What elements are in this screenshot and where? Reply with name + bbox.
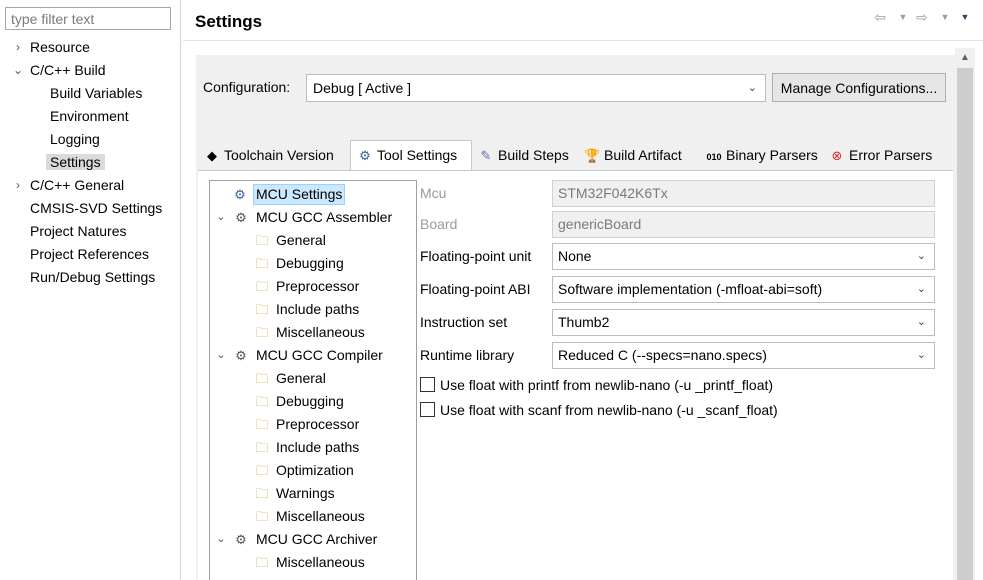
- board-field: genericBoard: [552, 211, 935, 238]
- folder-options-icon: 🗀: [255, 233, 269, 248]
- nav-item-build-variables[interactable]: Build Variables: [50, 83, 142, 104]
- header-divider: [183, 40, 983, 41]
- folder-options-icon: 🗀: [255, 555, 269, 570]
- nav-item-project-natures[interactable]: Project Natures: [30, 221, 126, 242]
- tab-toolchain-version[interactable]: ◆ Toolchain Version: [198, 141, 350, 170]
- build-steps-icon: ✎: [480, 148, 492, 163]
- folder-options-icon: 🗀: [255, 256, 269, 271]
- folder-options-icon: 🗀: [255, 394, 269, 409]
- instruction-set-label: Instruction set: [420, 314, 508, 330]
- filter-input[interactable]: [5, 7, 171, 30]
- mcu-settings-icon: ⚙: [234, 187, 246, 202]
- chevron-down-icon: ⌄: [916, 250, 926, 262]
- folder-options-icon: 🗀: [255, 509, 269, 524]
- tab-build-artifact[interactable]: 🏆 Build Artifact: [578, 141, 700, 170]
- chevron-down-icon: ⌄: [916, 283, 926, 295]
- configuration-select[interactable]: Debug [ Active ] ⌄: [306, 74, 766, 102]
- view-menu-icon[interactable]: ▼: [957, 9, 973, 25]
- build-artifact-icon: 🏆: [584, 148, 601, 163]
- chevron-down-icon[interactable]: ⌄: [215, 529, 227, 550]
- scroll-up-icon[interactable]: ▲: [955, 52, 975, 63]
- nav-item-cpp-build[interactable]: ⌄ C/C++ Build: [12, 60, 177, 81]
- fpabi-select[interactable]: Software implementation (-mfloat-abi=sof…: [552, 276, 935, 303]
- configuration-label: Configuration:: [203, 79, 291, 95]
- tool-settings-tree: ⚙ MCU Settings ⌄ ⚙ MCU GCC Assembler 🗀 G…: [209, 180, 417, 580]
- chevron-down-icon: ⌄: [916, 316, 926, 328]
- forward-arrow-icon[interactable]: ⇨: [914, 9, 930, 25]
- folder-options-icon: 🗀: [255, 325, 269, 340]
- chevron-right-icon[interactable]: ›: [12, 37, 24, 58]
- scanf-float-checkbox[interactable]: [420, 402, 435, 417]
- nav-item-cpp-general[interactable]: › C/C++ General: [12, 175, 177, 196]
- back-arrow-icon[interactable]: ⇦: [872, 9, 888, 25]
- folder-options-icon: 🗀: [255, 486, 269, 501]
- fpabi-label: Floating-point ABI: [420, 281, 531, 297]
- runtime-library-label: Runtime library: [420, 347, 515, 363]
- chevron-down-icon[interactable]: ⌄: [215, 345, 227, 366]
- chevron-right-icon[interactable]: ›: [12, 175, 24, 196]
- board-label: Board: [420, 216, 458, 232]
- back-menu-chevron-icon[interactable]: ▼: [895, 9, 911, 25]
- manage-configurations-button[interactable]: Manage Configurations...: [772, 73, 946, 102]
- tree-item-compiler[interactable]: ⌄ ⚙ MCU GCC Compiler: [215, 345, 415, 366]
- instruction-set-select[interactable]: Thumb2 ⌄: [552, 309, 935, 336]
- tab-binary-parsers[interactable]: 010 Binary Parsers: [700, 141, 823, 170]
- error-parsers-icon: ⊗: [831, 148, 843, 163]
- nav-item-project-references[interactable]: Project References: [30, 244, 149, 265]
- vertical-scrollbar[interactable]: ▲: [955, 48, 975, 580]
- tool-gear-icon: ⚙: [235, 210, 247, 225]
- folder-options-icon: 🗀: [255, 302, 269, 317]
- tab-build-steps[interactable]: ✎ Build Steps: [472, 141, 578, 170]
- tool-gear-icon: ⚙: [235, 532, 247, 547]
- nav-item-run-debug-settings[interactable]: Run/Debug Settings: [30, 267, 155, 288]
- folder-options-icon: 🗀: [255, 417, 269, 432]
- chevron-down-icon[interactable]: ⌄: [12, 60, 24, 81]
- nav-item-cmsis-svd-settings[interactable]: CMSIS-SVD Settings: [30, 198, 162, 219]
- nav-item-settings[interactable]: Settings: [46, 152, 105, 173]
- tool-gear-icon: ⚙: [235, 348, 247, 363]
- printf-float-checkbox[interactable]: [420, 377, 435, 392]
- fpu-label: Floating-point unit: [420, 248, 532, 264]
- forward-menu-chevron-icon[interactable]: ▼: [937, 9, 953, 25]
- chevron-down-icon[interactable]: ⌄: [215, 207, 227, 228]
- tree-item-archiver[interactable]: ⌄ ⚙ MCU GCC Archiver: [215, 529, 415, 550]
- fpu-select[interactable]: None ⌄: [552, 243, 935, 270]
- mcu-field: STM32F042K6Tx: [552, 180, 935, 207]
- nav-item-environment[interactable]: Environment: [50, 106, 129, 127]
- chevron-down-icon: ⌄: [747, 82, 757, 94]
- nav-item-logging[interactable]: Logging: [50, 129, 100, 150]
- tree-item-assembler[interactable]: ⌄ ⚙ MCU GCC Assembler: [215, 207, 415, 228]
- tab-tool-settings[interactable]: ⚙ Tool Settings: [350, 140, 472, 171]
- scrollbar-thumb[interactable]: [957, 68, 973, 580]
- chevron-down-icon: ⌄: [916, 349, 926, 361]
- toolchain-icon: ◆: [207, 148, 217, 163]
- folder-options-icon: 🗀: [255, 463, 269, 478]
- tab-error-parsers[interactable]: ⊗ Error Parsers: [823, 141, 943, 170]
- folder-options-icon: 🗀: [255, 371, 269, 386]
- nav-item-resource[interactable]: › Resource: [12, 37, 177, 58]
- tool-settings-icon: ⚙: [359, 148, 371, 163]
- folder-options-icon: 🗀: [255, 279, 269, 294]
- page-title: Settings: [195, 12, 263, 31]
- runtime-library-select[interactable]: Reduced C (--specs=nano.specs) ⌄: [552, 342, 935, 369]
- folder-options-icon: 🗀: [255, 440, 269, 455]
- preferences-nav-pane: › Resource ⌄ C/C++ Build Build Variables…: [0, 0, 181, 580]
- mcu-label: Mcu: [420, 185, 447, 201]
- binary-parsers-icon: 010: [706, 152, 722, 162]
